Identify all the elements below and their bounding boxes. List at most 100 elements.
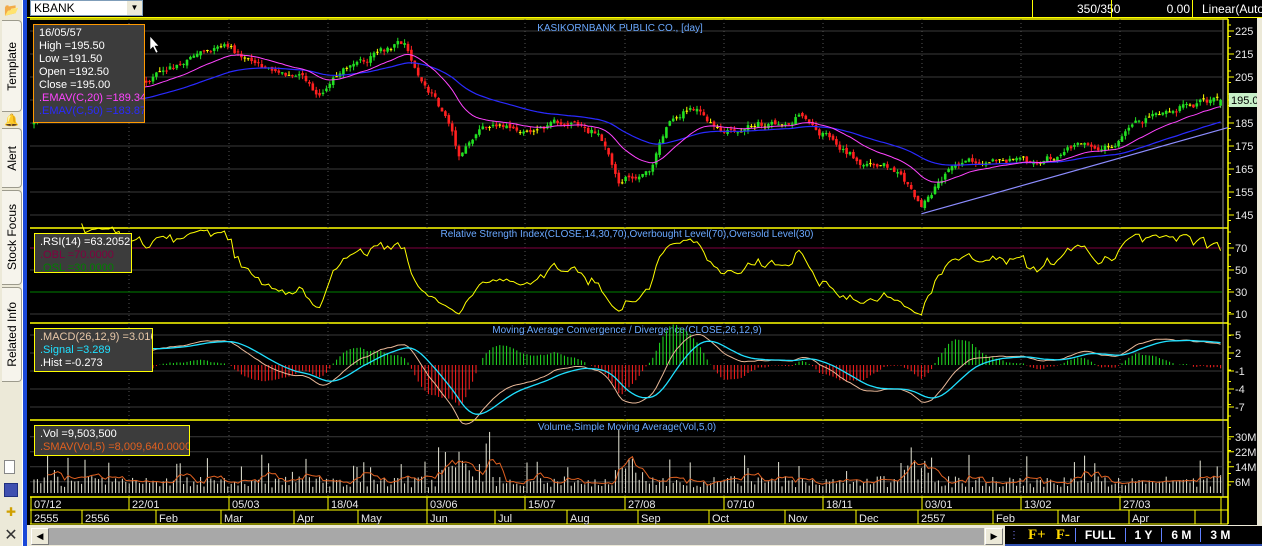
- range-toolbar: ⋮ F+ F- FULL 1 Y 6 M 3 M: [1005, 526, 1262, 546]
- candle-body: [427, 86, 430, 93]
- chart-canvas[interactable]: 2252152051951851751651551457050301052-1-…: [0, 0, 1262, 546]
- candle-body: [304, 75, 308, 82]
- tick-label-rsi: 10: [1235, 309, 1247, 321]
- candle-body: [556, 120, 559, 124]
- zoom-in-button[interactable]: F+: [1023, 527, 1051, 544]
- legend-low: Low =191.50: [39, 53, 103, 65]
- date-label: 07/12: [34, 499, 62, 511]
- candle-body: [896, 172, 899, 174]
- candle-body: [393, 44, 396, 48]
- candle-body: [359, 59, 362, 61]
- candle-body: [461, 152, 464, 157]
- candle-body: [192, 55, 196, 58]
- tick-label-volume: 6M: [1235, 477, 1250, 489]
- candle-body: [529, 129, 532, 133]
- candle-body: [600, 134, 604, 141]
- tick-label-price: 145: [1235, 210, 1253, 222]
- candle-body: [386, 47, 389, 52]
- candle-body: [1137, 120, 1141, 122]
- candle-body: [909, 184, 913, 189]
- range-3m-button[interactable]: 3 M: [1200, 528, 1239, 542]
- candle-body: [1096, 147, 1100, 151]
- month-label: Feb: [159, 513, 178, 525]
- candle-body: [597, 133, 600, 135]
- candle-body: [916, 195, 920, 202]
- candle-body: [913, 189, 916, 198]
- zoom-out-button[interactable]: F-: [1051, 527, 1075, 544]
- candle-body: [692, 109, 695, 111]
- scroll-left-button[interactable]: ◀: [31, 528, 49, 545]
- candle-body: [906, 182, 910, 185]
- candle-body: [372, 52, 376, 58]
- candle-body: [1086, 143, 1090, 145]
- range-6m-button[interactable]: 6 M: [1161, 528, 1200, 542]
- candle-body: [226, 44, 230, 47]
- candle-body: [930, 194, 933, 199]
- candle-body: [253, 60, 257, 64]
- candle-body: [947, 169, 950, 173]
- legend-high: High =195.50: [39, 40, 105, 52]
- candle-body: [1219, 100, 1222, 106]
- candle-body: [1022, 156, 1025, 158]
- candle-body: [678, 117, 682, 119]
- candle-body: [342, 68, 345, 75]
- horizontal-scrollbar[interactable]: [49, 528, 984, 545]
- candle-body: [1005, 159, 1008, 163]
- candle-body: [1161, 112, 1165, 115]
- candle-body: [1209, 99, 1212, 104]
- candle-body: [790, 123, 794, 125]
- candle-body: [586, 127, 590, 134]
- candle-body: [219, 46, 223, 48]
- month-label: Sep: [641, 513, 661, 525]
- candle-body: [872, 163, 876, 166]
- candle-body: [522, 131, 525, 134]
- candle-body: [1192, 104, 1195, 108]
- candle-body: [797, 114, 801, 117]
- date-label: 03/01: [925, 499, 953, 511]
- candle-body: [1069, 146, 1073, 149]
- candle-body: [1062, 152, 1066, 155]
- range-1y-button[interactable]: 1 Y: [1124, 528, 1162, 542]
- candle-body: [1181, 104, 1185, 108]
- candle-body: [801, 112, 804, 117]
- indicator-title: Volume,Simple Moving Average(Vol,5,0): [538, 422, 716, 433]
- candle-body: [1124, 131, 1127, 136]
- candle-body: [1171, 111, 1175, 113]
- candle-body: [488, 126, 491, 128]
- candle-body: [287, 74, 291, 76]
- candle-body: [950, 166, 954, 171]
- date-label: 05/03: [232, 499, 260, 511]
- candle-body: [964, 160, 967, 163]
- candle-body: [899, 171, 903, 175]
- candle-body: [709, 122, 712, 124]
- candle-body: [471, 139, 474, 144]
- candle-body: [1188, 104, 1192, 106]
- candle-body: [865, 163, 869, 166]
- month-label: Nov: [788, 513, 808, 525]
- candle-body: [998, 159, 1001, 161]
- candle-body: [233, 45, 236, 54]
- candle-body: [165, 70, 168, 72]
- scroll-right-button[interactable]: ▶: [985, 528, 1003, 545]
- volume-legend: .Vol =9,503,500 .SMAV(Vol,5) =8,009,640.…: [34, 425, 190, 456]
- candle-body: [172, 67, 175, 69]
- candle-body: [481, 126, 485, 130]
- candle-body: [1113, 146, 1117, 148]
- month-label: 2555: [34, 513, 58, 525]
- candle-body: [583, 126, 587, 129]
- candle-body: [923, 200, 927, 209]
- candle-body: [1134, 120, 1137, 123]
- candle-body: [294, 75, 298, 77]
- candle-body: [250, 57, 253, 62]
- candle-body: [321, 92, 325, 95]
- month-label: 2556: [85, 513, 109, 525]
- candle-body: [413, 60, 417, 68]
- legend-obl: .OBL =70.0000: [40, 249, 114, 261]
- candle-body: [818, 129, 821, 136]
- candle-body: [491, 124, 495, 127]
- tick-label-macd: 5: [1235, 330, 1241, 342]
- candle-body: [1056, 156, 1059, 161]
- range-full-button[interactable]: FULL: [1074, 528, 1125, 542]
- candle-body: [1205, 99, 1209, 103]
- candle-body: [573, 121, 576, 123]
